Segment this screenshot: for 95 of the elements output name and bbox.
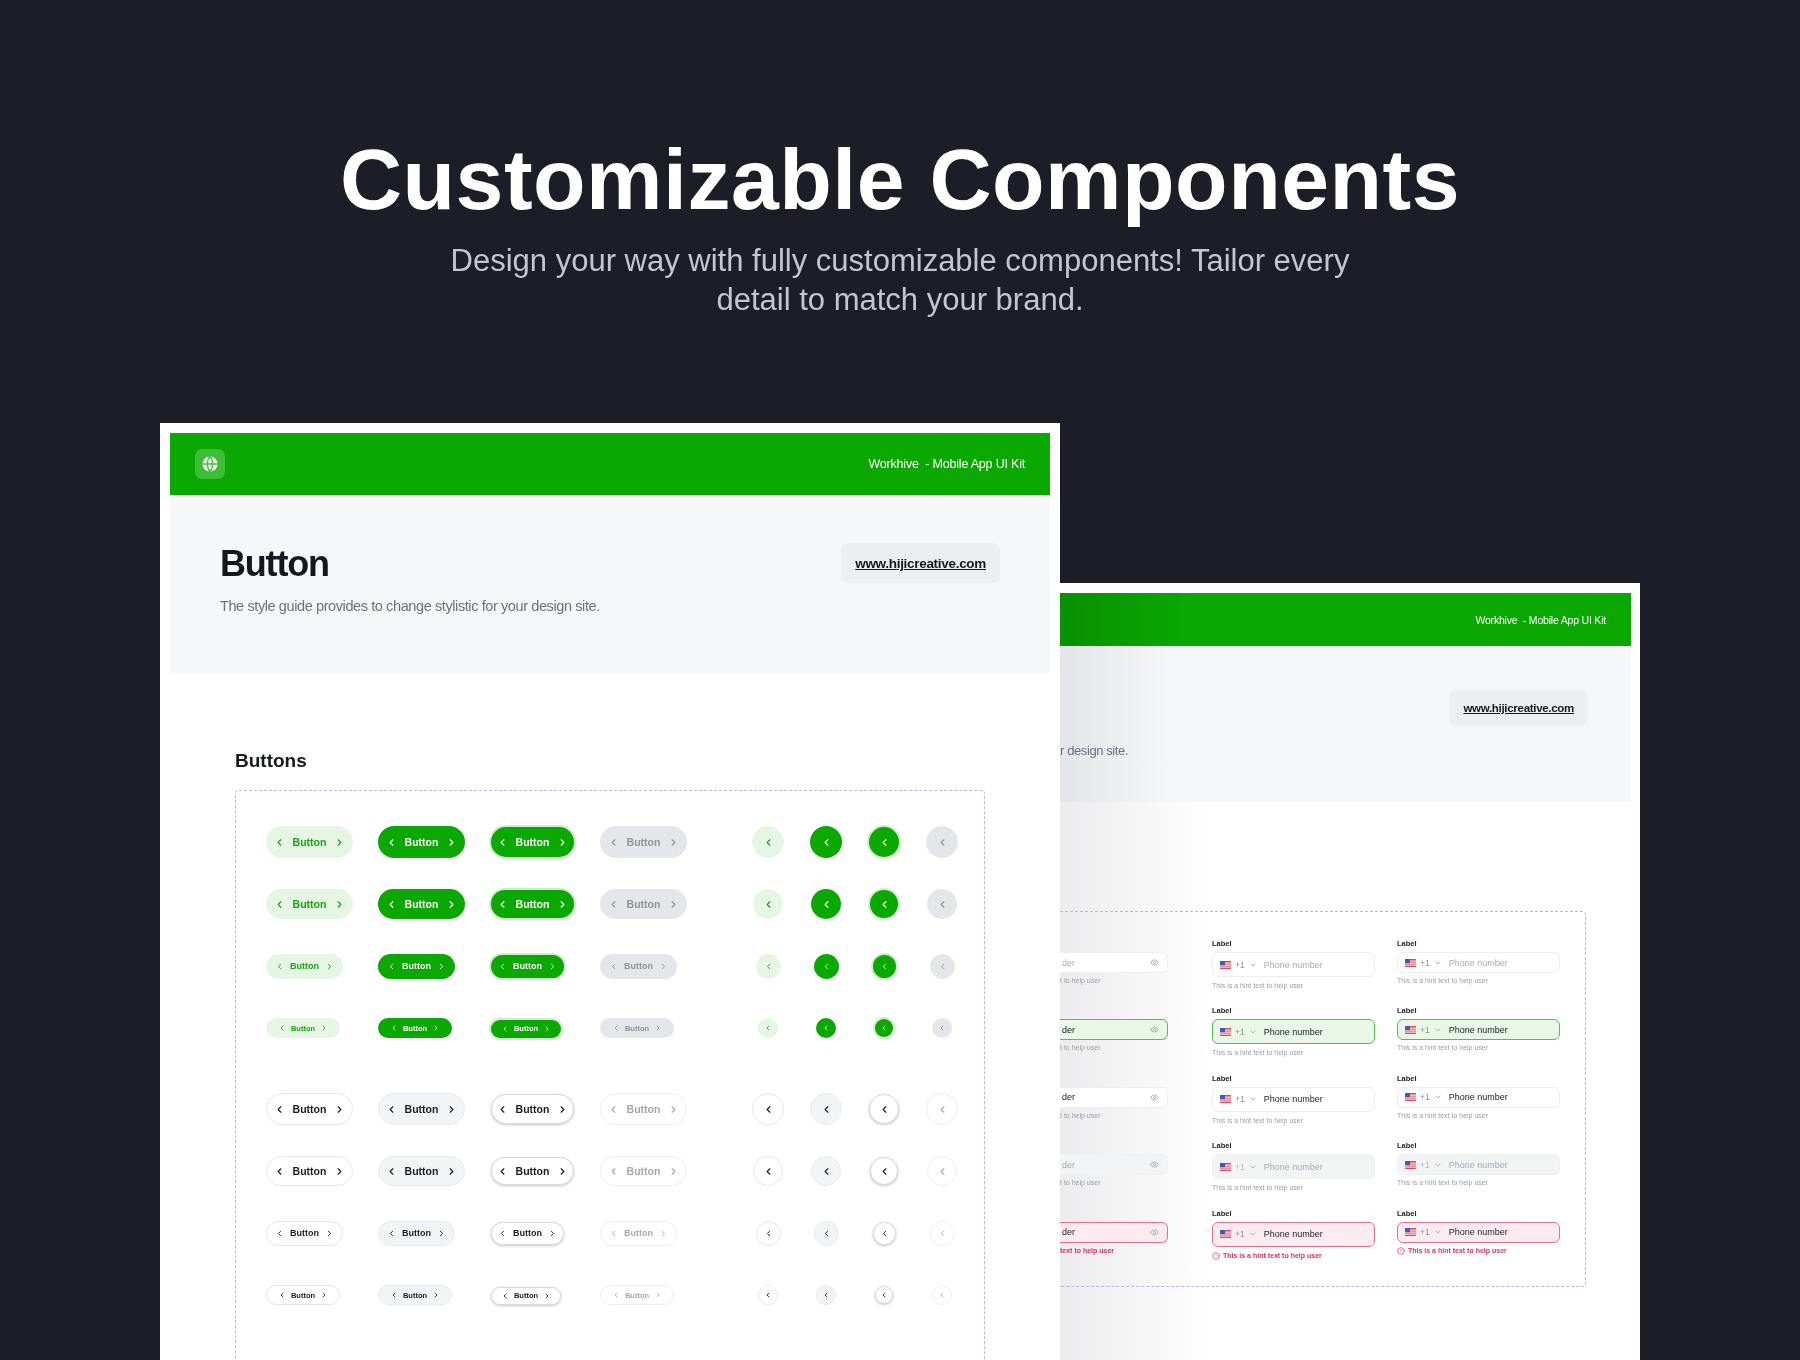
password-field[interactable]: der (1060, 1086, 1168, 1108)
country-code: +1 (1235, 1026, 1245, 1037)
country-code: +1 (1420, 957, 1430, 968)
pill-button[interactable]: Button (378, 1156, 465, 1186)
password-input[interactable]: der (1062, 957, 1146, 968)
eye-icon (1150, 1227, 1159, 1237)
password-input[interactable]: der (1062, 1092, 1146, 1103)
chevron-left-icon (938, 1024, 946, 1032)
flag-icon (1405, 1160, 1416, 1169)
chevron-left-icon (764, 1024, 772, 1032)
pill-button[interactable]: Button (378, 1093, 465, 1125)
phone-input[interactable]: Phone number (1263, 1026, 1367, 1037)
password-input[interactable]: der (1062, 1024, 1146, 1035)
flag-icon (1405, 1228, 1416, 1237)
password-input[interactable]: der (1062, 1227, 1146, 1238)
chevron-left-icon (822, 1024, 830, 1032)
phone-input[interactable]: Phone number (1263, 1094, 1367, 1105)
pill-button[interactable]: Button (266, 1220, 343, 1246)
chevron-left-icon (880, 1024, 888, 1032)
password-field[interactable]: der (1060, 1154, 1168, 1176)
phone-field[interactable]: +1 Phone number (1212, 1221, 1375, 1247)
country-code: +1 (1235, 959, 1245, 970)
country-code: +1 (1420, 1159, 1430, 1170)
password-field[interactable]: der (1060, 1019, 1168, 1041)
brand-text: Workhive - Mobile App UI Kit (1475, 613, 1606, 626)
phone-field[interactable]: +1 Phone number (1397, 1086, 1560, 1108)
pill-button[interactable]: Button (491, 1221, 564, 1245)
round-button[interactable] (872, 954, 896, 978)
flag-icon (1405, 1093, 1416, 1102)
country-code: +1 (1235, 1094, 1245, 1105)
phone-input[interactable]: Phone number (1263, 959, 1367, 970)
round-button[interactable] (869, 827, 899, 857)
section-title: Buttons (235, 750, 308, 772)
country-code: +1 (1420, 1092, 1430, 1103)
flag-icon (1220, 960, 1231, 969)
round-button[interactable] (811, 1156, 841, 1186)
eye-icon (1150, 1025, 1159, 1035)
alert-icon (1212, 1251, 1220, 1260)
phone-input[interactable]: Phone number (1448, 1227, 1552, 1238)
country-code: +1 (1235, 1161, 1245, 1172)
round-button[interactable] (753, 889, 783, 919)
hero-subtitle: Design your way with fully customizable components! Tailor every detail to match your brand. (449, 242, 1351, 320)
page-title: Button (220, 543, 330, 585)
country-code: +1 (1235, 1229, 1245, 1240)
phone-field[interactable]: +1 Phone number (1397, 1221, 1560, 1243)
flag-icon (1405, 1025, 1416, 1034)
phone-field[interactable]: +1 Phone number (1212, 1086, 1375, 1112)
chevron-left-icon (822, 1291, 830, 1299)
flag-icon (1405, 958, 1416, 967)
page-description: The style guide provides to change stylistic for your design site. (220, 598, 600, 614)
alert-icon (1397, 1246, 1405, 1255)
phone-input[interactable]: Phone number (1263, 1161, 1367, 1172)
chevron-left-icon (764, 1291, 772, 1299)
phone-field[interactable]: +1 Phone number (1212, 1019, 1375, 1045)
round-button[interactable] (810, 826, 842, 858)
website-link[interactable]: www.hijicreative.com (841, 543, 1000, 583)
flag-icon (1220, 1162, 1231, 1171)
page-description: r design site. (1060, 743, 1130, 758)
phone-field[interactable]: +1 Phone number (1397, 1019, 1560, 1041)
round-button[interactable] (872, 1221, 896, 1245)
eye-icon (1150, 1160, 1159, 1170)
pill-button[interactable]: Button (491, 1157, 574, 1185)
country-code: +1 (1420, 1024, 1430, 1035)
round-button[interactable] (811, 889, 841, 919)
phone-input[interactable]: Phone number (1448, 1092, 1552, 1103)
password-field[interactable]: der (1060, 1221, 1168, 1243)
website-link[interactable]: www.hijicreative.com (1449, 690, 1588, 726)
brand-text: Workhive - Mobile App UI Kit (868, 457, 1025, 471)
phone-input[interactable]: Phone number (1448, 1024, 1552, 1035)
phone-input[interactable]: Phone number (1448, 957, 1552, 968)
flag-icon (1220, 1230, 1231, 1239)
chevron-left-icon (938, 1291, 946, 1299)
eye-icon (1150, 958, 1159, 967)
password-input[interactable]: der (1062, 1159, 1146, 1170)
flag-icon (1220, 1095, 1231, 1104)
hero-title: Customizable Components (340, 130, 1460, 229)
eye-icon (1150, 1092, 1159, 1102)
pill-button[interactable]: Button (491, 1094, 574, 1124)
round-button[interactable] (870, 1157, 898, 1185)
pill-button[interactable]: Button (266, 1156, 353, 1186)
chevron-left-icon (880, 1291, 888, 1299)
round-button[interactable] (875, 1286, 893, 1304)
country-code: +1 (1420, 1227, 1430, 1238)
flag-icon (1220, 1027, 1231, 1036)
pill-button[interactable]: Button (378, 1220, 455, 1246)
round-button[interactable] (875, 1019, 893, 1037)
password-field[interactable]: der (1060, 952, 1168, 973)
round-button[interactable] (869, 1094, 899, 1124)
round-button[interactable] (813, 953, 839, 979)
phone-input[interactable]: Phone number (1263, 1229, 1367, 1240)
round-button[interactable] (870, 890, 898, 918)
pill-button[interactable]: Button (266, 1093, 353, 1125)
round-button[interactable] (816, 1018, 836, 1038)
phone-input[interactable]: Phone number (1448, 1159, 1552, 1170)
globe-icon (202, 456, 218, 472)
